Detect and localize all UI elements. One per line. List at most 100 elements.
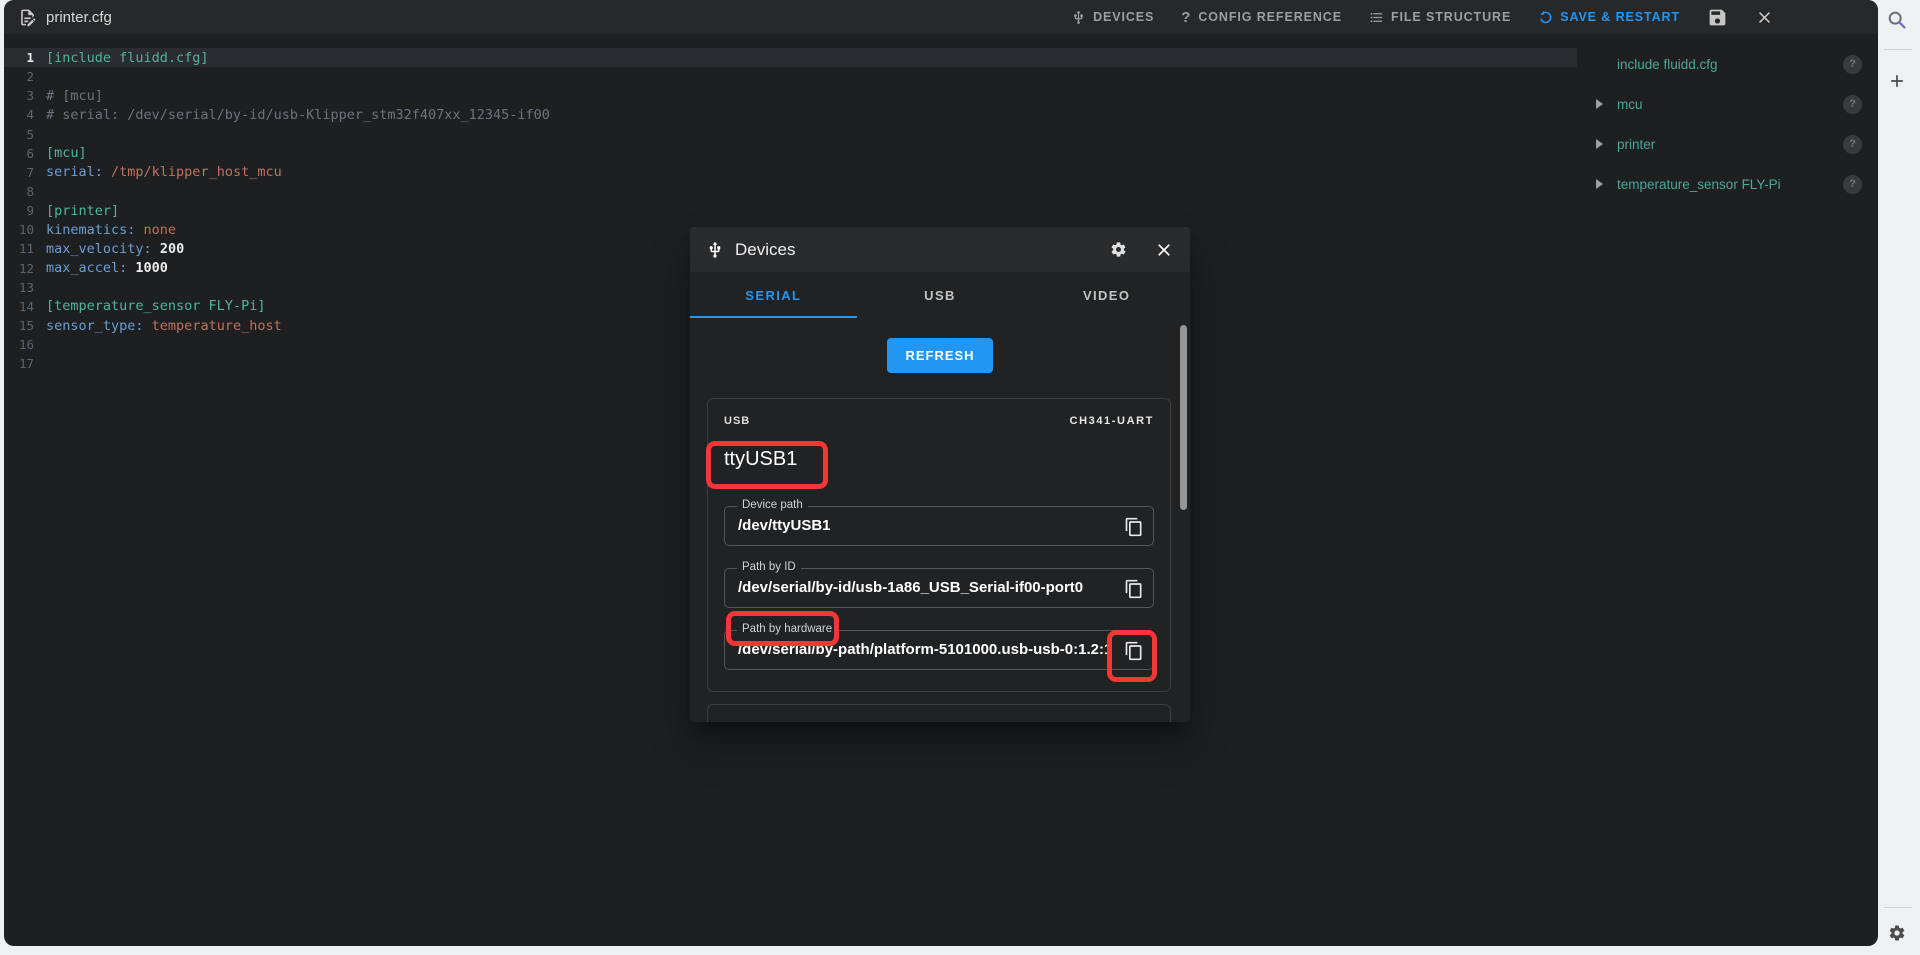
line-number: 16 bbox=[4, 337, 34, 352]
dialog-settings-button[interactable] bbox=[1110, 241, 1127, 258]
line-number: 8 bbox=[4, 184, 34, 199]
tab-usb[interactable]: USB bbox=[857, 272, 1024, 318]
line-number: 9 bbox=[4, 203, 34, 218]
close-editor-button[interactable] bbox=[1755, 8, 1774, 27]
help-circle-icon[interactable]: ? bbox=[1843, 55, 1862, 74]
tab-video[interactable]: VIDEO bbox=[1023, 272, 1190, 318]
editor-line[interactable]: 2 bbox=[4, 67, 1577, 86]
config-tree-item-label: include fluidd.cfg bbox=[1617, 57, 1718, 72]
expand-arrow-icon[interactable] bbox=[1596, 179, 1603, 189]
config-tree-item[interactable]: printer? bbox=[1580, 124, 1878, 164]
devices-dialog: Devices SERIALUSBVIDEO REFRESH USB CH341… bbox=[690, 227, 1190, 722]
device-card-header: USB CH341-UART bbox=[724, 415, 1154, 428]
save-restart-label: SAVE & RESTART bbox=[1560, 10, 1680, 24]
editor-line[interactable]: 7serial: /tmp/klipper_host_mcu bbox=[4, 163, 1577, 182]
code-segment: [include fluidd.cfg] bbox=[46, 50, 209, 66]
config-reference-button[interactable]: ? CONFIG REFERENCE bbox=[1181, 9, 1342, 26]
help-circle-icon[interactable]: ? bbox=[1843, 95, 1862, 114]
device-chip-label: CH341-UART bbox=[1070, 415, 1154, 428]
help-circle-icon[interactable]: ? bbox=[1843, 175, 1862, 194]
device-path-field[interactable]: Path by hardware/dev/serial/by-path/plat… bbox=[724, 630, 1154, 670]
expand-arrow-icon[interactable] bbox=[1596, 139, 1603, 149]
code-segment: max_accel: bbox=[46, 260, 127, 276]
devices-button-label: DEVICES bbox=[1093, 10, 1154, 24]
file-edit-icon bbox=[18, 8, 37, 27]
device-card: USB CH341-UART ttyUSB1 Device path/dev/t… bbox=[707, 398, 1171, 692]
usb-icon bbox=[706, 241, 724, 259]
line-number: 2 bbox=[4, 69, 34, 84]
code-segment: none bbox=[135, 222, 176, 238]
code-segment: 1000 bbox=[135, 260, 168, 276]
line-number: 7 bbox=[4, 165, 34, 180]
code-segment: 200 bbox=[160, 241, 184, 257]
copy-icon[interactable] bbox=[1123, 516, 1145, 538]
refresh-button[interactable]: REFRESH bbox=[887, 338, 993, 373]
tab-serial[interactable]: SERIAL bbox=[690, 272, 857, 318]
strip-divider bbox=[1884, 907, 1912, 908]
save-icon-button[interactable] bbox=[1707, 7, 1728, 28]
dialog-tabs: SERIALUSBVIDEO bbox=[690, 272, 1190, 318]
config-tree-item[interactable]: temperature_sensor FLY-Pi? bbox=[1580, 164, 1878, 204]
field-label: Path by hardware bbox=[737, 623, 837, 635]
strip-divider bbox=[1884, 49, 1912, 50]
search-icon[interactable] bbox=[1886, 9, 1908, 31]
line-code: serial: /tmp/klipper_host_mcu bbox=[34, 164, 282, 180]
usb-icon bbox=[1071, 10, 1086, 25]
line-number: 3 bbox=[4, 88, 34, 103]
line-number: 4 bbox=[4, 107, 34, 122]
editor-line[interactable]: 1[include fluidd.cfg] bbox=[4, 48, 1577, 67]
line-code: [mcu] bbox=[34, 145, 87, 161]
help-circle-icon[interactable]: ? bbox=[1843, 135, 1862, 154]
line-number: 5 bbox=[4, 127, 34, 142]
device-fields: Device path/dev/ttyUSB1 Path by ID/dev/se… bbox=[724, 506, 1154, 670]
editor-line[interactable]: 4 # serial: /dev/serial/by-id/usb-Klipper… bbox=[4, 105, 1577, 124]
top-bar-actions: DEVICES ? CONFIG REFERENCE FILE STRUCTUR… bbox=[1071, 7, 1774, 28]
code-segment: /tmp/klipper_host_mcu bbox=[103, 164, 282, 180]
dialog-scrollbar-thumb[interactable] bbox=[1180, 325, 1187, 510]
app-window: printer.cfg DEVICES ? CONFIG REFERENCE F… bbox=[4, 0, 1878, 946]
line-number: 17 bbox=[4, 356, 34, 371]
editor-line[interactable]: 6[mcu] bbox=[4, 144, 1577, 163]
field-value: /dev/serial/by-id/usb-1a86_USB_Serial-if… bbox=[725, 569, 1153, 607]
code-segment: max_velocity: bbox=[46, 241, 152, 257]
device-path-field[interactable]: Device path/dev/ttyUSB1 bbox=[724, 506, 1154, 546]
config-tree-panel: include fluidd.cfg?mcu?printer?temperatu… bbox=[1580, 34, 1878, 204]
field-label: Device path bbox=[737, 499, 808, 511]
config-tree-item-label: printer bbox=[1617, 137, 1655, 152]
device-path-field[interactable]: Path by ID/dev/serial/by-id/usb-1a86_USB… bbox=[724, 568, 1154, 608]
line-number: 12 bbox=[4, 261, 34, 276]
line-number: 15 bbox=[4, 318, 34, 333]
code-segment: # serial: /dev/serial/by-id/usb-Klipper_… bbox=[46, 107, 550, 123]
file-structure-button[interactable]: FILE STRUCTURE bbox=[1369, 10, 1511, 25]
dialog-close-button[interactable] bbox=[1154, 240, 1174, 260]
line-code: [include fluidd.cfg] bbox=[34, 50, 209, 66]
config-tree-item-label: mcu bbox=[1617, 97, 1643, 112]
config-tree-item[interactable]: mcu? bbox=[1580, 84, 1878, 124]
editor-line[interactable]: 3 # [mcu] bbox=[4, 86, 1577, 105]
config-tree-item[interactable]: include fluidd.cfg? bbox=[1580, 44, 1878, 84]
dialog-header: Devices bbox=[690, 227, 1190, 272]
copy-icon[interactable] bbox=[1123, 578, 1145, 600]
line-code: sensor_type: temperature_host bbox=[34, 318, 282, 334]
editor-line[interactable]: 8 bbox=[4, 182, 1577, 201]
device-name: ttyUSB1 bbox=[724, 446, 1154, 476]
save-restart-button[interactable]: SAVE & RESTART bbox=[1538, 10, 1680, 25]
page-title: printer.cfg bbox=[46, 9, 112, 26]
config-tree-item-label: temperature_sensor FLY-Pi bbox=[1617, 177, 1781, 192]
code-segment bbox=[152, 241, 160, 257]
expand-arrow-icon[interactable] bbox=[1596, 99, 1603, 109]
top-bar: printer.cfg DEVICES ? CONFIG REFERENCE F… bbox=[4, 0, 1878, 34]
dialog-title: Devices bbox=[735, 240, 795, 260]
devices-button[interactable]: DEVICES bbox=[1071, 10, 1154, 25]
add-icon[interactable] bbox=[1887, 71, 1907, 91]
line-number: 6 bbox=[4, 146, 34, 161]
editor-line[interactable]: 5 bbox=[4, 125, 1577, 144]
copy-icon[interactable] bbox=[1123, 640, 1145, 662]
settings-gear-icon[interactable] bbox=[1888, 924, 1906, 942]
code-segment: temperature_host bbox=[144, 318, 282, 334]
line-code: # [mcu] bbox=[34, 88, 103, 104]
editor-line[interactable]: 9[printer] bbox=[4, 201, 1577, 220]
line-code: # serial: /dev/serial/by-id/usb-Klipper_… bbox=[34, 107, 550, 123]
line-code: max_accel: 1000 bbox=[34, 260, 168, 276]
code-segment: # [mcu] bbox=[46, 88, 103, 104]
